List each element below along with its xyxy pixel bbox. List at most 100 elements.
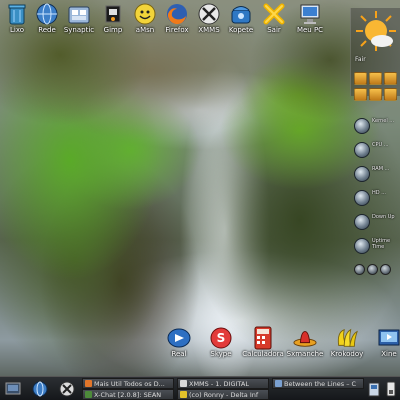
monitor-controls xyxy=(354,264,398,275)
disk-gauge-icon xyxy=(354,190,370,206)
dock-label: Calculadora xyxy=(242,350,284,358)
task-title: Between the Lines – C xyxy=(284,380,357,388)
task-title: X-Chat [2.0.8]: SEAN xyxy=(94,391,162,399)
monitor-label: CPU ... xyxy=(372,142,389,148)
desktop-icon-gimp[interactable]: Gimp xyxy=(96,2,130,34)
uptime-gauge-icon xyxy=(354,238,370,254)
monitor-prev-button[interactable] xyxy=(354,264,365,275)
xchat-task-icon xyxy=(85,391,92,398)
gimp-icon xyxy=(101,2,125,26)
monitor-ram: RAM ... xyxy=(354,166,398,187)
network-globe-icon xyxy=(35,2,59,26)
dock-item-krokodoy[interactable]: Krokodoy xyxy=(328,326,366,358)
desktop-icon-rede[interactable]: Rede xyxy=(30,2,64,34)
monitor-next-button[interactable] xyxy=(367,264,378,275)
desktop-icon-firefox[interactable]: Firefox xyxy=(160,2,194,34)
desktop-icon-label: Rede xyxy=(38,26,56,34)
dock-item-calculadora[interactable]: Calculadora xyxy=(242,326,284,358)
tray-volume-icon[interactable] xyxy=(384,379,398,398)
calculator-icon xyxy=(251,326,275,350)
monitor-label: RAM ... xyxy=(372,166,390,172)
desktop-icon-synaptic[interactable]: Synaptic xyxy=(62,2,96,34)
task-button[interactable]: XMMS - 1. DIGITAL xyxy=(177,378,269,389)
forecast-day-icon xyxy=(384,72,397,85)
forecast-row xyxy=(354,72,397,85)
task-title: XMMS - 1. DIGITAL xyxy=(189,380,249,388)
realplayer-icon xyxy=(167,326,191,350)
desktop-icon-label: aMsn xyxy=(135,26,155,34)
monitor-label: Down Up xyxy=(372,214,395,220)
desktop-icon-label: Lixo xyxy=(9,26,25,34)
sombrero-icon xyxy=(293,326,317,350)
dock-label: Real xyxy=(171,350,187,358)
sun-cloud-icon xyxy=(355,10,397,56)
monitor-icon xyxy=(298,2,322,26)
monitor-label: Kernel ... xyxy=(372,118,395,124)
dock-item-real[interactable]: Real xyxy=(160,326,198,358)
settings-icon[interactable] xyxy=(58,380,75,397)
dock-label: Xine xyxy=(381,350,397,358)
task-button[interactable]: X-Chat [2.0.8]: SEAN xyxy=(82,389,174,400)
chat-task-icon xyxy=(180,391,187,398)
monitor-label: Uptime Time xyxy=(372,238,391,250)
task-button[interactable]: Between the Lines – C xyxy=(272,378,364,389)
task-button[interactable]: (co) Ronny - Delta Inf xyxy=(177,389,269,400)
kernel-gauge-icon xyxy=(354,118,370,134)
taskbar: Mais Util Todos os D... XMMS - 1. DIGITA… xyxy=(0,376,400,400)
tray-status-icon[interactable] xyxy=(367,379,381,398)
desktop-icon-sair[interactable]: Sair xyxy=(257,2,291,34)
forecast-day-icon xyxy=(369,72,382,85)
trash-icon xyxy=(5,2,29,26)
xmms-icon xyxy=(197,2,221,26)
svg-text:S: S xyxy=(217,331,226,345)
dock-label: Skype xyxy=(210,350,232,358)
dock-item-xine[interactable]: Xine xyxy=(370,326,400,358)
cpu-gauge-icon xyxy=(354,142,370,158)
monitor-config-button[interactable] xyxy=(380,264,391,275)
task-button[interactable] xyxy=(272,389,364,400)
monitor-cpu: CPU ... xyxy=(354,142,398,163)
skype-icon: S xyxy=(209,326,233,350)
desktop-icon-label: Meu PC xyxy=(296,26,324,34)
dock-item-sxmanche[interactable]: Sxmanche xyxy=(286,326,324,358)
app-dock: Real S Skype Calculadora Sxmanche Krokod… xyxy=(160,326,400,358)
ram-gauge-icon xyxy=(354,166,370,182)
weather-condition: Fair xyxy=(355,56,366,63)
task-button[interactable]: Mais Util Todos os D... xyxy=(82,378,174,389)
menu-icon[interactable] xyxy=(4,380,21,397)
desktop-icon-xmms[interactable]: XMMS xyxy=(192,2,226,34)
network-gauge-icon xyxy=(354,214,370,230)
bananas-icon xyxy=(335,326,359,350)
monitor-hd: HD ... xyxy=(354,190,398,211)
desktop-icon-label: Firefox xyxy=(165,26,189,34)
desktop-icon-lixo[interactable]: Lixo xyxy=(0,2,34,34)
desktop-icon-label: Synaptic xyxy=(63,26,95,34)
monitor-kernel: Kernel ... xyxy=(354,118,398,139)
desktop-icon-label: Kopete xyxy=(228,26,254,34)
task-title: (co) Ronny - Delta Inf xyxy=(189,391,259,399)
package-manager-icon xyxy=(67,2,91,26)
taskbar-launchers xyxy=(4,380,75,397)
desktop-icon-amsn[interactable]: aMsn xyxy=(128,2,162,34)
xmms-task-icon xyxy=(180,380,187,387)
forecast-row xyxy=(354,88,397,101)
system-monitor-widget: Kernel ... CPU ... RAM ... HD ... Down U… xyxy=(354,118,398,275)
dock-label: Krokodoy xyxy=(330,350,364,358)
system-tray xyxy=(367,379,398,398)
globe-icon[interactable] xyxy=(31,380,48,397)
firefox-icon xyxy=(165,2,189,26)
weather-widget[interactable]: Fair xyxy=(350,8,400,101)
phone-icon xyxy=(229,2,253,26)
monitor-uptime: Uptime Time xyxy=(354,238,398,259)
dock-item-skype[interactable]: S Skype xyxy=(202,326,240,358)
task-list: Mais Util Todos os D... XMMS - 1. DIGITA… xyxy=(82,378,364,400)
desktop-icon-label: XMMS xyxy=(198,26,220,34)
forecast-day-icon xyxy=(384,88,397,101)
desktop-icon-meu-pc[interactable]: Meu PC xyxy=(293,2,327,34)
desktop-icon-kopete[interactable]: Kopete xyxy=(224,2,258,34)
exit-x-icon xyxy=(262,2,286,26)
forecast-day-icon xyxy=(354,88,367,101)
dock-label: Sxmanche xyxy=(286,350,324,358)
monitor-network: Down Up xyxy=(354,214,398,235)
firefox-task-icon xyxy=(85,380,92,387)
